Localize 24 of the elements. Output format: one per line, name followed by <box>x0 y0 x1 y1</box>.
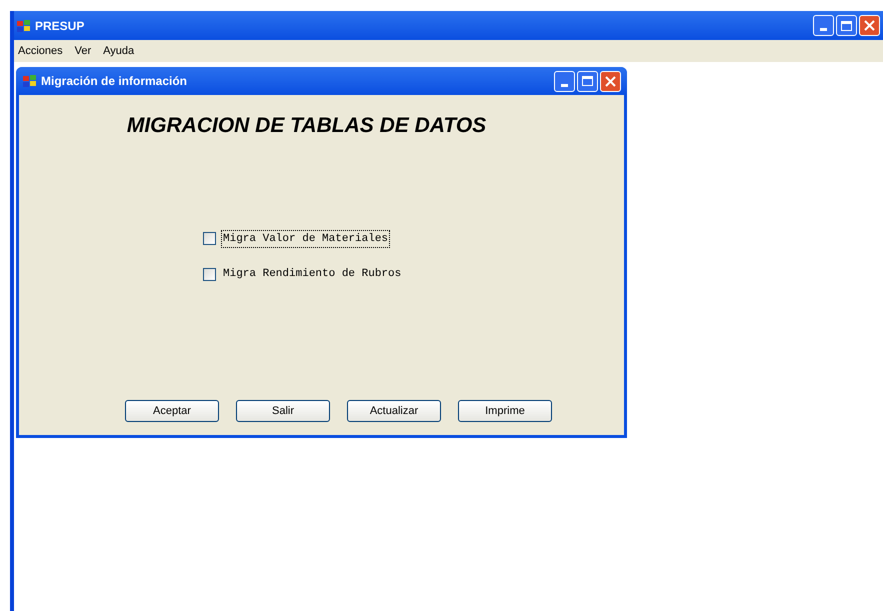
checkbox[interactable] <box>203 232 216 246</box>
maximize-button[interactable] <box>577 70 598 92</box>
close-button[interactable] <box>600 70 621 92</box>
dialog-title: Migración de información <box>41 73 188 90</box>
close-icon <box>605 76 616 86</box>
app-icon <box>16 18 32 32</box>
maximize-button[interactable] <box>836 15 857 36</box>
menu-item[interactable]: Ver <box>74 42 92 60</box>
dialog-button[interactable]: Salir <box>236 400 330 422</box>
checkbox-label: Migra Rendimiento de Rubros <box>222 267 402 282</box>
checkbox[interactable] <box>203 268 216 281</box>
dialog-button[interactable]: Aceptar <box>125 400 219 422</box>
close-icon <box>864 20 875 31</box>
app-icon <box>22 74 38 88</box>
checkbox-label: Migra Valor de Materiales <box>221 230 390 248</box>
dialog-button[interactable]: Actualizar <box>347 400 441 422</box>
menu-item[interactable]: Ayuda <box>103 42 134 60</box>
dialog-button[interactable]: Imprime <box>458 400 552 422</box>
close-button[interactable] <box>859 15 880 36</box>
window-title: PRESUP <box>35 18 84 34</box>
menu-item[interactable]: Acciones <box>18 42 63 60</box>
minimize-button[interactable] <box>813 15 834 36</box>
minimize-button[interactable] <box>554 70 575 92</box>
dialog-heading: MIGRACION DE TABLAS DE DATOS <box>126 113 486 139</box>
